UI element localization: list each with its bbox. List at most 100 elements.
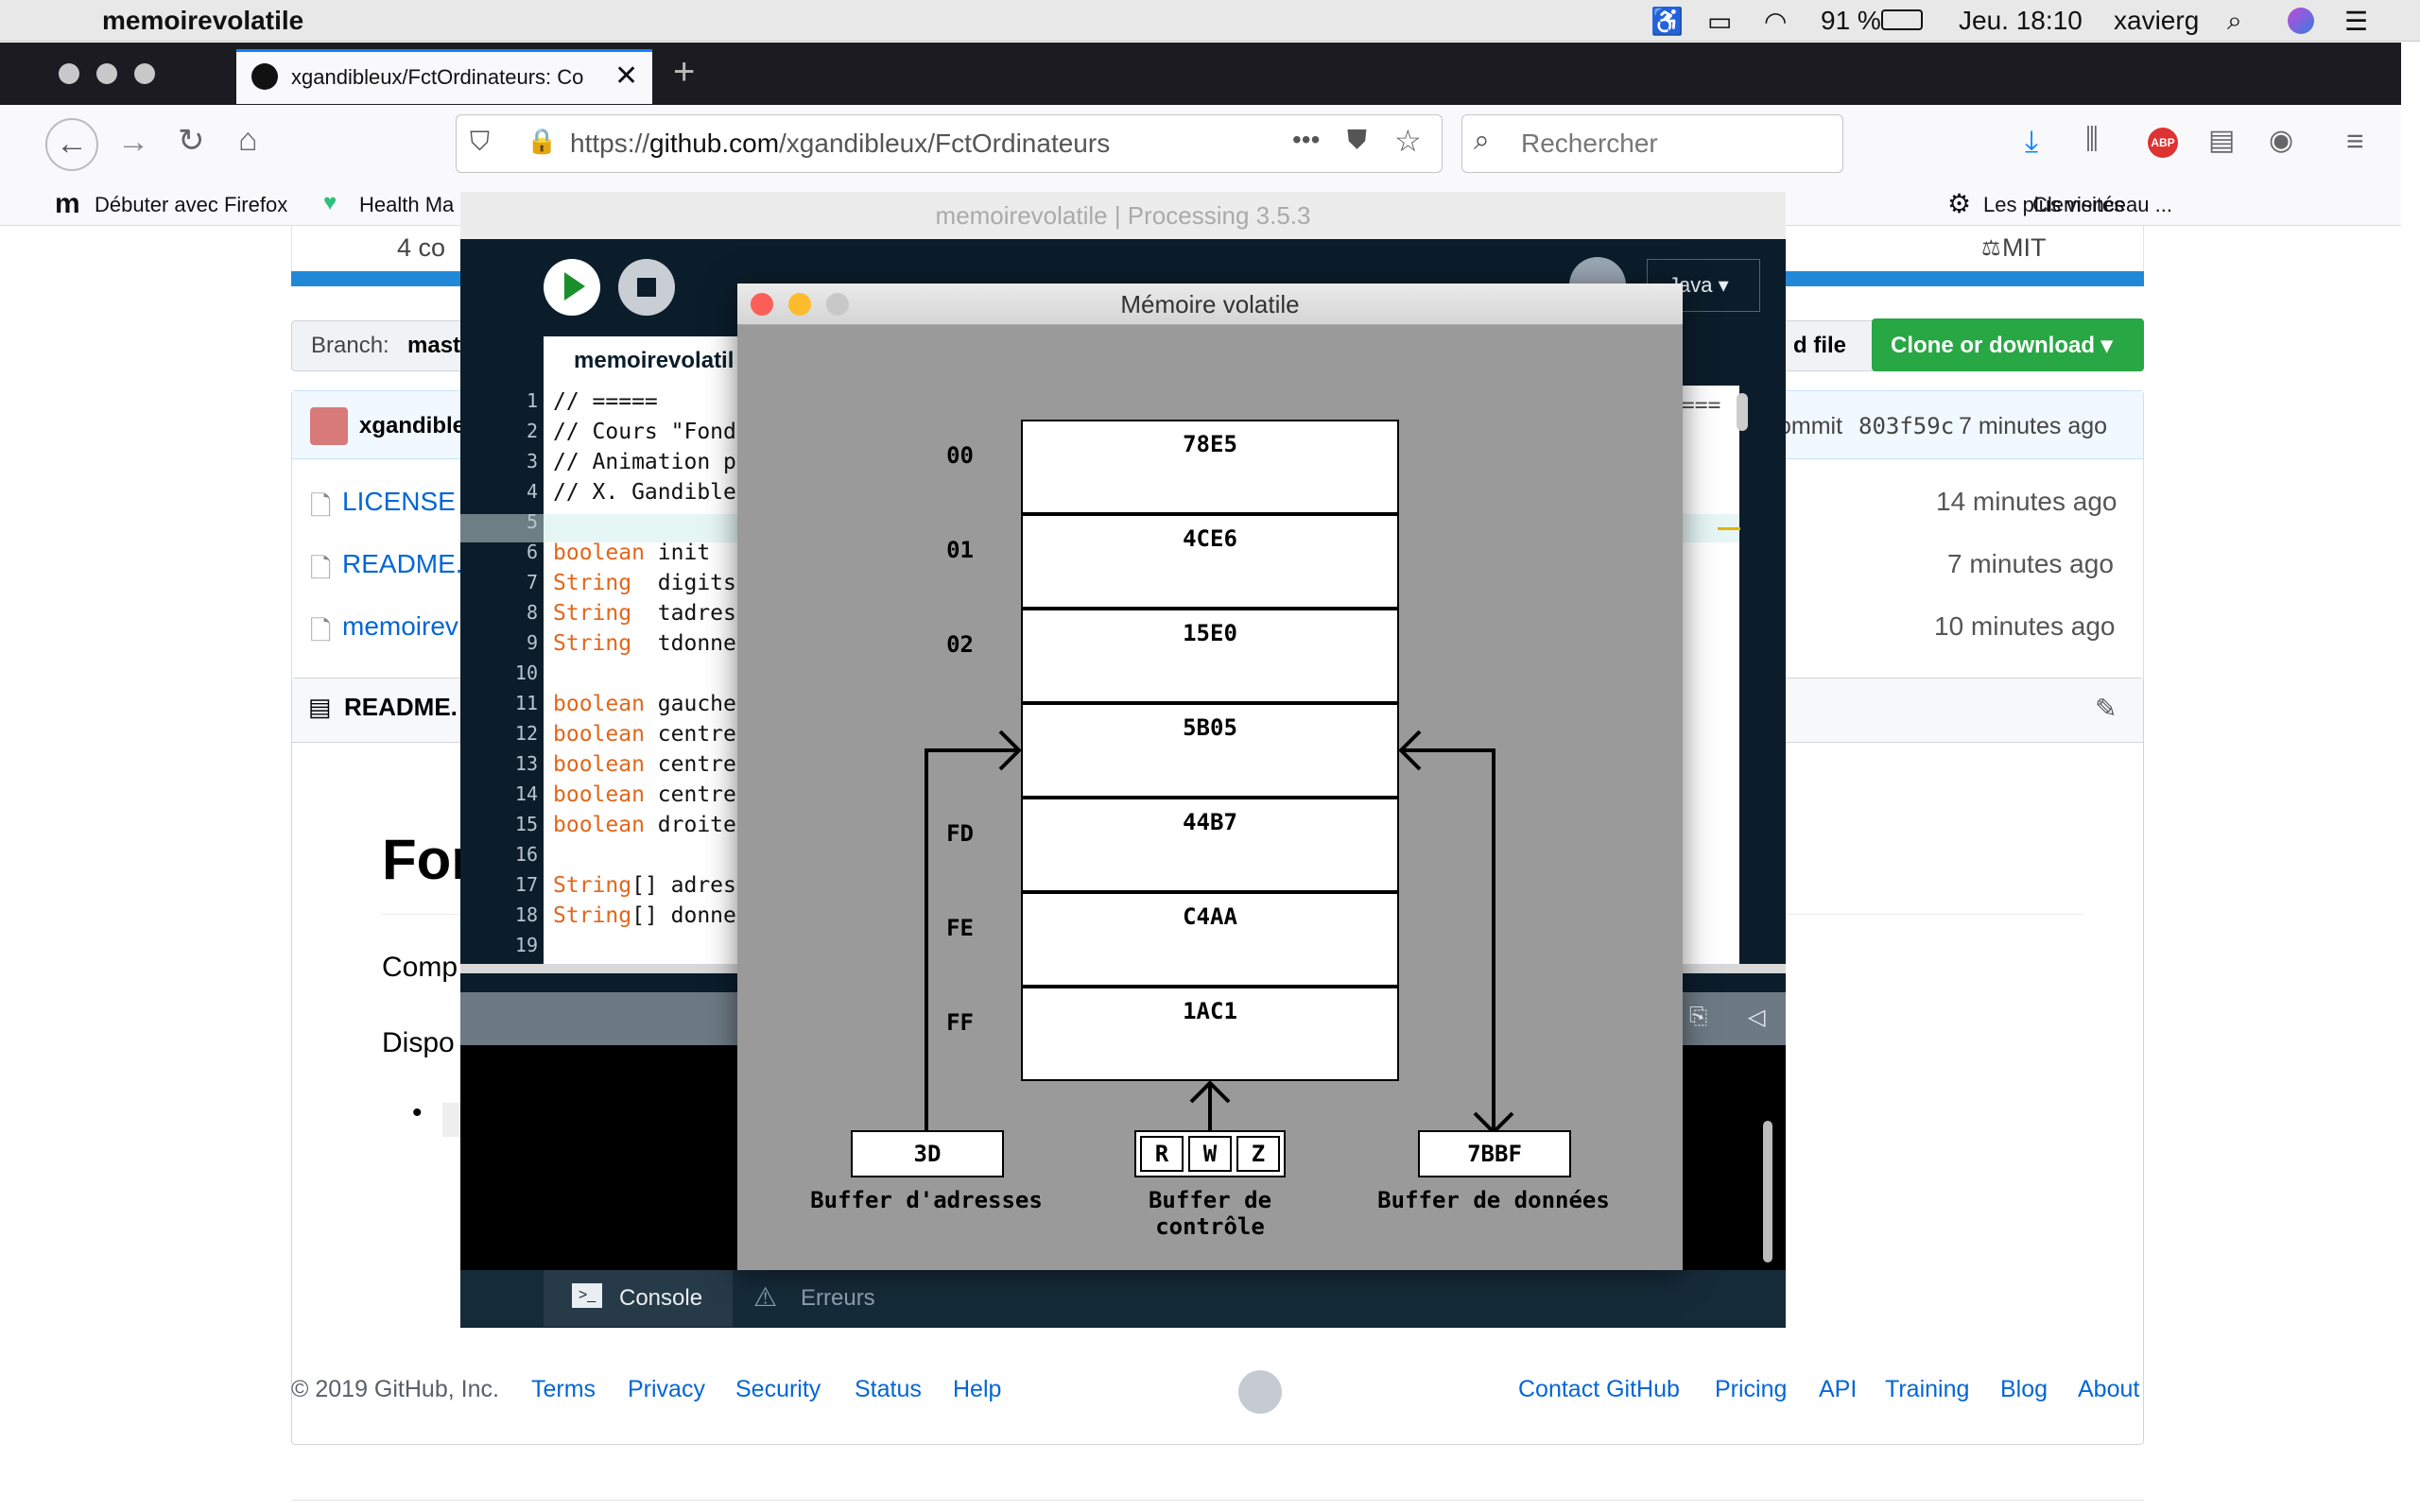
- code-line[interactable]: boolean init: [553, 541, 710, 565]
- reload-button[interactable]: ↻: [178, 122, 205, 160]
- marker: [1718, 527, 1740, 530]
- footer-divider: [291, 1500, 2144, 1501]
- bookmark-item[interactable]: Health Ma: [359, 193, 454, 217]
- lock-icon[interactable]: 🔒: [527, 127, 557, 156]
- code-line[interactable]: // =====: [553, 389, 658, 414]
- copy-icon[interactable]: ⎘: [1689, 1004, 1707, 1030]
- code-keyword: boolean: [553, 722, 645, 747]
- code-line[interactable]: boolean gauche: [553, 692, 736, 716]
- collapse-icon[interactable]: ◁: [1748, 1004, 1765, 1031]
- footer-link-security[interactable]: Security: [735, 1376, 821, 1403]
- line-number: 14: [514, 782, 538, 805]
- file-link[interactable]: memoirev: [342, 611, 458, 642]
- code-line[interactable]: String[] adres: [553, 873, 736, 898]
- code-line[interactable]: boolean centre: [553, 752, 736, 777]
- code-keyword: boolean: [553, 782, 645, 807]
- run-button[interactable]: [544, 259, 600, 316]
- airplay-icon[interactable]: ▭: [1707, 6, 1732, 37]
- upload-files-button[interactable]: d file: [1773, 320, 1887, 371]
- stop-button[interactable]: [618, 259, 675, 316]
- window-zoom-button[interactable]: [134, 63, 155, 84]
- code-line[interactable]: String digits: [553, 571, 736, 595]
- console-scrollbar[interactable]: [1763, 1121, 1772, 1263]
- bookmark-most-visited[interactable]: Les plus visités: [1983, 193, 2124, 217]
- shield-icon[interactable]: ⛉: [470, 127, 490, 158]
- new-tab-button[interactable]: +: [673, 51, 695, 94]
- search-bar[interactable]: ⌕ Rechercher: [1461, 114, 1843, 173]
- code-line[interactable]: boolean droite: [553, 813, 736, 837]
- window-minimize-button[interactable]: [96, 63, 117, 84]
- battery-percent[interactable]: 91 %: [1821, 6, 1881, 36]
- downloads-icon[interactable]: ⤓: [2025, 124, 2038, 160]
- footer-link-pricing[interactable]: Pricing: [1715, 1376, 1787, 1403]
- clock[interactable]: Jeu. 18:10: [1959, 6, 2083, 36]
- code-line[interactable]: boolean centre: [553, 722, 736, 747]
- tab-github[interactable]: xgandibleux/FctOrdinateurs: Co ✕: [236, 49, 652, 104]
- code-line[interactable]: // Animation p: [553, 450, 736, 474]
- url-text[interactable]: https://github.com/xgandibleux/FctOrdina…: [570, 129, 1110, 159]
- editor-scrollbar[interactable]: [1737, 393, 1748, 431]
- code-line[interactable]: // Cours "Fond: [553, 420, 736, 444]
- menu-icon[interactable]: ≡: [2346, 124, 2364, 159]
- battery-icon[interactable]: [1881, 9, 1923, 30]
- commit-author[interactable]: xgandible: [359, 413, 465, 439]
- page-actions-icon[interactable]: •••: [1292, 125, 1320, 155]
- line-number: 6: [526, 541, 538, 563]
- forward-button[interactable]: →: [117, 124, 149, 161]
- code-line[interactable]: String tadres: [553, 601, 736, 626]
- active-app-name[interactable]: memoirevolatile: [102, 6, 303, 36]
- bookmark-item[interactable]: Débuter avec Firefox: [95, 193, 287, 217]
- firefox-m-icon: m: [55, 188, 80, 219]
- spotlight-icon[interactable]: ⌕: [2227, 6, 2242, 37]
- file-link[interactable]: README.: [342, 549, 463, 579]
- stop-icon: [637, 278, 656, 297]
- code-line[interactable]: // X. Gandible: [553, 480, 736, 505]
- github-logo-icon[interactable]: [1238, 1370, 1282, 1414]
- footer-link-privacy[interactable]: Privacy: [628, 1376, 705, 1403]
- code-text: [] adres: [631, 873, 736, 898]
- footer-link-status[interactable]: Status: [855, 1376, 922, 1403]
- pocket-icon[interactable]: ⛊: [1347, 125, 1367, 156]
- commit-hash[interactable]: 803f59c: [1858, 413, 1954, 439]
- footer-link-about[interactable]: About: [2078, 1376, 2139, 1403]
- url-bar[interactable]: ⛉ 🔒 https://github.com/xgandibleux/FctOr…: [456, 114, 1443, 173]
- tab-console[interactable]: >_ Console: [544, 1270, 733, 1327]
- readme-title[interactable]: README.: [344, 693, 458, 722]
- tab-title: xgandibleux/FctOrdinateurs: Co: [291, 65, 584, 89]
- sidebar-icon[interactable]: ▤: [2208, 124, 2235, 157]
- library-icon[interactable]: ⫼: [2085, 124, 2099, 156]
- file-link[interactable]: LICENSE: [342, 487, 456, 517]
- commits-count[interactable]: 4 co: [397, 233, 445, 263]
- footer-link-contact[interactable]: Contact GitHub: [1518, 1376, 1680, 1403]
- data-bus-line: [1401, 748, 1495, 1132]
- footer-link-api[interactable]: API: [1819, 1376, 1857, 1403]
- footer-link-help[interactable]: Help: [953, 1376, 1001, 1403]
- footer-link-blog[interactable]: Blog: [2000, 1376, 2048, 1403]
- code-line[interactable]: String tdonne: [553, 631, 736, 656]
- code-keyword: boolean: [553, 541, 645, 565]
- bookmark-star-icon[interactable]: ☆: [1394, 123, 1422, 159]
- clone-or-download-button[interactable]: Clone or download ▾: [1872, 318, 2144, 371]
- sketch-window: Mémoire volatile 78E5 00 4CE6 01 15E0 02 5B05 4…: [737, 284, 1683, 1270]
- sketch-tab[interactable]: memoirevolatil: [544, 336, 752, 386]
- control-bit-z: Z: [1236, 1136, 1280, 1172]
- tab-close-icon[interactable]: ✕: [614, 60, 638, 93]
- pencil-icon[interactable]: ✎: [2095, 693, 2117, 724]
- siri-icon[interactable]: [2288, 8, 2314, 34]
- avatar[interactable]: [310, 407, 348, 445]
- accessibility-icon[interactable]: ♿: [1651, 6, 1684, 37]
- window-close-button[interactable]: [59, 63, 79, 84]
- code-line[interactable]: String[] donne: [553, 903, 736, 928]
- adblock-icon[interactable]: ABP: [2148, 128, 2178, 158]
- wifi-icon[interactable]: ◠: [1764, 6, 1787, 37]
- notification-center-icon[interactable]: ☰: [2344, 6, 2368, 37]
- user-name[interactable]: xavierg: [2114, 6, 2199, 36]
- back-button[interactable]: ←: [45, 118, 98, 171]
- code-line[interactable]: boolean centre: [553, 782, 736, 807]
- tab-errors[interactable]: ⚠ Erreurs: [735, 1270, 905, 1327]
- home-button[interactable]: ⌂: [238, 122, 258, 159]
- license-summary[interactable]: MIT: [2002, 233, 2047, 263]
- footer-link-training[interactable]: Training: [1885, 1376, 1969, 1403]
- footer-link-terms[interactable]: Terms: [531, 1376, 596, 1403]
- account-icon[interactable]: ◉: [2269, 124, 2293, 157]
